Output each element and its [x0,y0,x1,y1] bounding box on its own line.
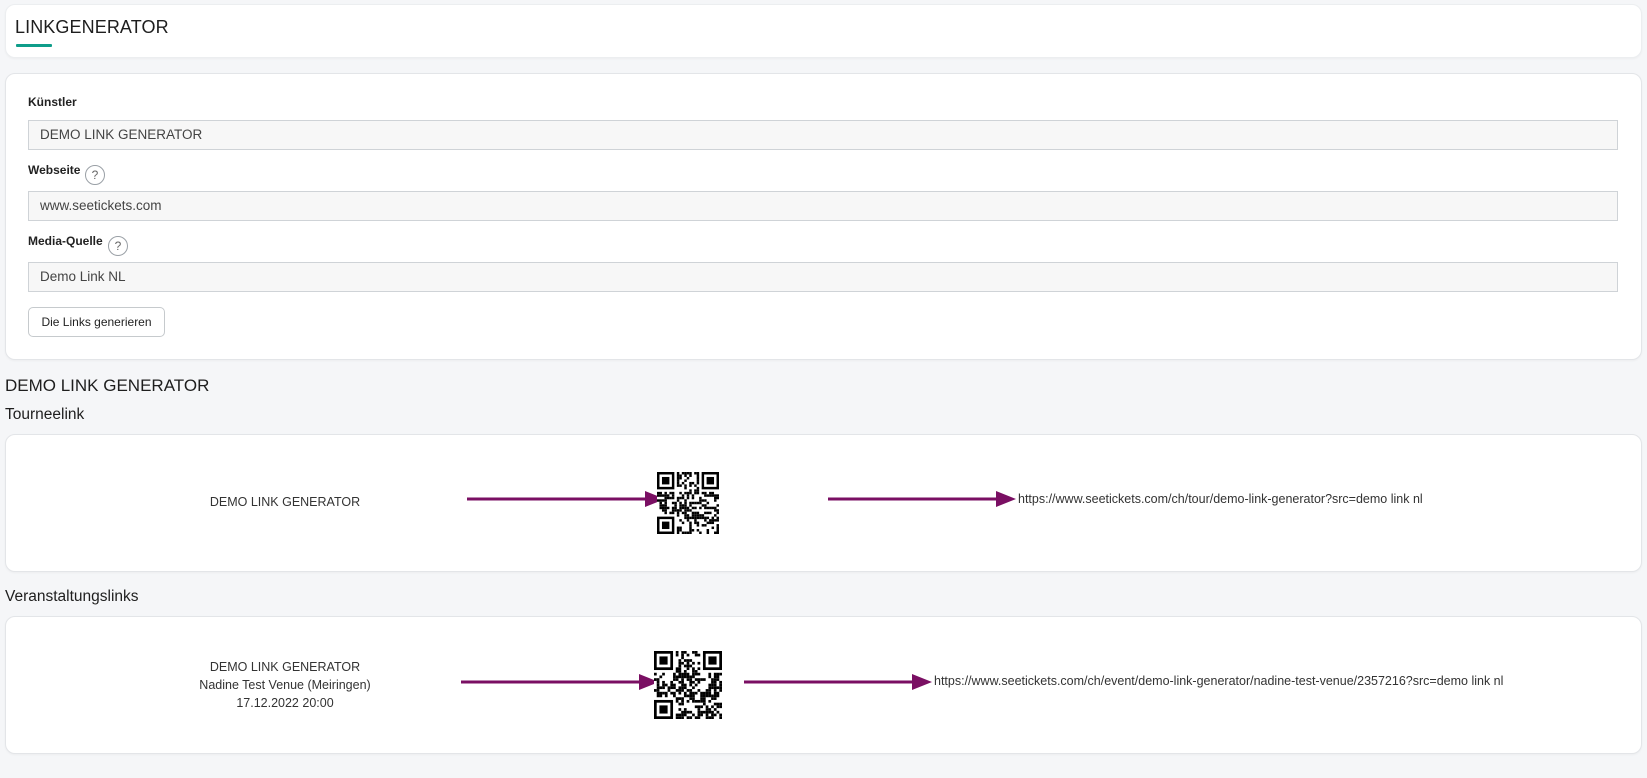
media-source-input[interactable]: Demo Link NL [28,262,1618,292]
title-underline [16,44,52,47]
page-title: LINKGENERATOR [15,17,169,37]
artist-heading: DEMO LINK GENERATOR [5,376,210,395]
tour-link-heading: Tourneelink [5,406,85,423]
website-label: Webseite [28,163,81,177]
arrow-icon [744,674,932,690]
event-link-card: DEMO LINK GENERATOR Nadine Test Venue (M… [5,616,1642,754]
event-details: DEMO LINK GENERATOR Nadine Test Venue (M… [135,658,435,712]
artist-input[interactable]: DEMO LINK GENERATOR [28,120,1618,150]
media-source-label: Media-Quelle [28,234,103,248]
arrow-icon [828,491,1016,507]
tour-link-card: DEMO LINK GENERATOR https://www.seeticke… [5,434,1642,572]
event-links-heading: Veranstaltungslinks [5,588,139,605]
arrow-icon [461,674,659,690]
artist-label: Künstler [28,95,77,109]
website-help-icon[interactable]: ? [85,165,105,185]
qr-code-icon[interactable] [657,472,719,534]
website-input[interactable]: www.seetickets.com [28,191,1618,221]
tour-link-url[interactable]: https://www.seetickets.com/ch/tour/demo-… [1018,492,1423,506]
event-name: DEMO LINK GENERATOR [209,660,361,674]
qr-code-icon[interactable] [654,651,722,719]
form-card: Künstler DEMO LINK GENERATOR Webseite ? … [5,73,1642,360]
media-source-help-icon[interactable]: ? [108,236,128,256]
event-link-url[interactable]: https://www.seetickets.com/ch/event/demo… [934,674,1503,688]
arrow-icon [467,491,665,507]
event-venue: Nadine Test Venue (Meiringen) [199,678,371,692]
tour-link-label: DEMO LINK GENERATOR [209,495,361,509]
event-datetime: 17.12.2022 20:00 [236,696,334,710]
header-card: LINKGENERATOR [5,4,1642,58]
generate-links-button[interactable]: Die Links generieren [28,307,165,337]
